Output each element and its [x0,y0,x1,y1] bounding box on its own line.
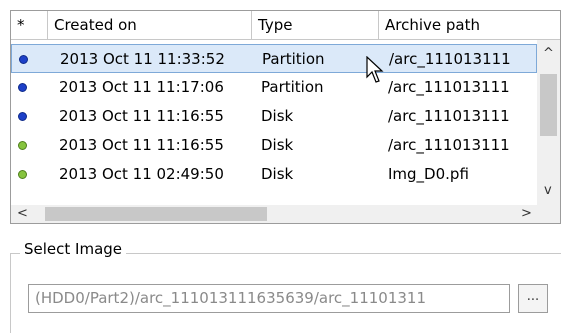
cell-type: Disk [261,136,294,154]
vertical-scrollbar[interactable]: ^ v [537,40,560,205]
column-header-archive-path[interactable]: Archive path [379,11,560,39]
cell-archive-path: /arc_111013111 [388,107,510,125]
cell-archive-path: /arc_111013111 [388,78,510,96]
horizontal-scroll-thumb[interactable] [45,207,267,221]
cell-created-on: 2013 Oct 11 11:33:52 [60,50,225,68]
horizontal-scrollbar[interactable]: < > [11,205,537,223]
archive-list[interactable]: * Created on Type Archive path 2013 Oct … [10,10,561,224]
select-image-title: Select Image [20,240,127,258]
table-row[interactable]: 2013 Oct 11 11:17:06 Partition/arc_111013… [11,73,537,102]
mouse-cursor-icon [366,56,384,83]
status-dot-icon [18,112,27,121]
scroll-up-arrow-icon[interactable]: ^ [543,47,554,60]
scroll-right-arrow-icon[interactable]: > [521,207,532,220]
status-dot-icon [19,55,28,64]
status-dot-icon [18,83,27,92]
cell-archive-path: /arc_111013111 [389,50,511,68]
status-dot-icon [18,141,27,150]
status-dot-icon [18,170,27,179]
table-row[interactable]: 2013 Oct 11 11:16:55 Disk/arc_111013111 [11,131,537,160]
scroll-down-arrow-icon[interactable]: v [544,184,552,197]
table-row[interactable]: 2013 Oct 11 11:16:55 Disk/arc_111013111 [11,102,537,131]
column-header-type[interactable]: Type [252,11,379,39]
table-header: * Created on Type Archive path [11,11,560,40]
vertical-scroll-thumb[interactable] [540,74,557,136]
cell-created-on: 2013 Oct 11 02:49:50 [59,165,224,183]
table-row[interactable]: 2013 Oct 11 11:33:52 Partition/arc_111013… [11,44,537,73]
cell-type: Disk [261,107,294,125]
cell-archive-path: Img_D0.pfi [388,165,469,183]
browse-button[interactable]: ... [518,284,548,313]
column-header-created-on[interactable]: Created on [48,11,252,39]
cell-created-on: 2013 Oct 11 11:17:06 [59,78,224,96]
column-header-status[interactable]: * [11,11,48,39]
scrollbar-corner [537,205,560,223]
table-row[interactable]: 2013 Oct 11 02:49:50 Disk Img_D0.pfi [11,160,537,189]
table-body: 2013 Oct 11 11:33:52 Partition/arc_111013… [11,40,537,205]
cell-archive-path: /arc_111013111 [388,136,510,154]
cell-created-on: 2013 Oct 11 11:16:55 [59,107,224,125]
cell-type: Disk [261,165,294,183]
scroll-left-arrow-icon[interactable]: < [17,207,28,220]
cell-created-on: 2013 Oct 11 11:16:55 [59,136,224,154]
image-path-field[interactable]: (HDD0/Part2)/arc_111013111635639/arc_111… [28,284,510,313]
